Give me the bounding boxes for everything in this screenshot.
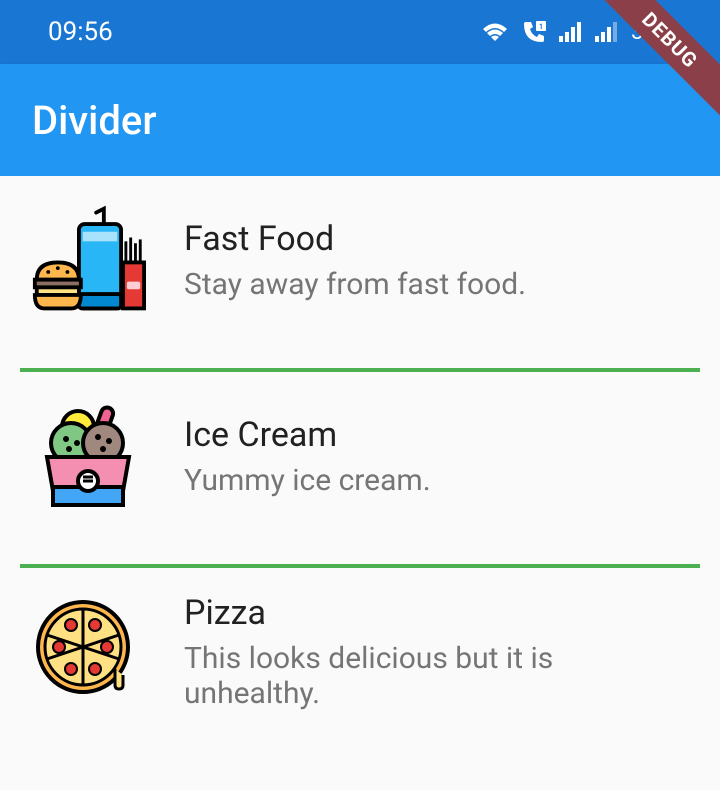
signal-icon-1 bbox=[559, 22, 583, 42]
item-subtitle: This looks delicious but it is unhealthy… bbox=[184, 641, 692, 711]
status-time: 09:56 bbox=[48, 17, 113, 47]
volte-icon: 1 bbox=[521, 21, 547, 43]
item-title: Fast Food bbox=[184, 219, 526, 259]
ice-cream-icon bbox=[28, 396, 148, 516]
item-subtitle: Yummy ice cream. bbox=[184, 463, 431, 498]
list-item[interactable]: Ice Cream Yummy ice cream. bbox=[0, 372, 720, 564]
page-title: Divider bbox=[32, 97, 156, 144]
list: Fast Food Stay away from fast food. Ice … bbox=[0, 176, 720, 760]
fast-food-icon bbox=[28, 200, 148, 320]
list-item[interactable]: Fast Food Stay away from fast food. bbox=[0, 176, 720, 368]
svg-text:1: 1 bbox=[539, 23, 543, 31]
item-subtitle: Stay away from fast food. bbox=[184, 267, 526, 302]
list-item[interactable]: Pizza This looks delicious but it is unh… bbox=[0, 568, 720, 760]
signal-icon-2 bbox=[595, 22, 619, 42]
pizza-icon bbox=[28, 592, 148, 712]
wifi-icon bbox=[481, 21, 509, 43]
app-bar: Divider bbox=[0, 64, 720, 176]
item-title: Ice Cream bbox=[184, 415, 431, 455]
item-title: Pizza bbox=[184, 593, 692, 633]
status-bar: 09:56 1 33% bbox=[0, 0, 720, 64]
